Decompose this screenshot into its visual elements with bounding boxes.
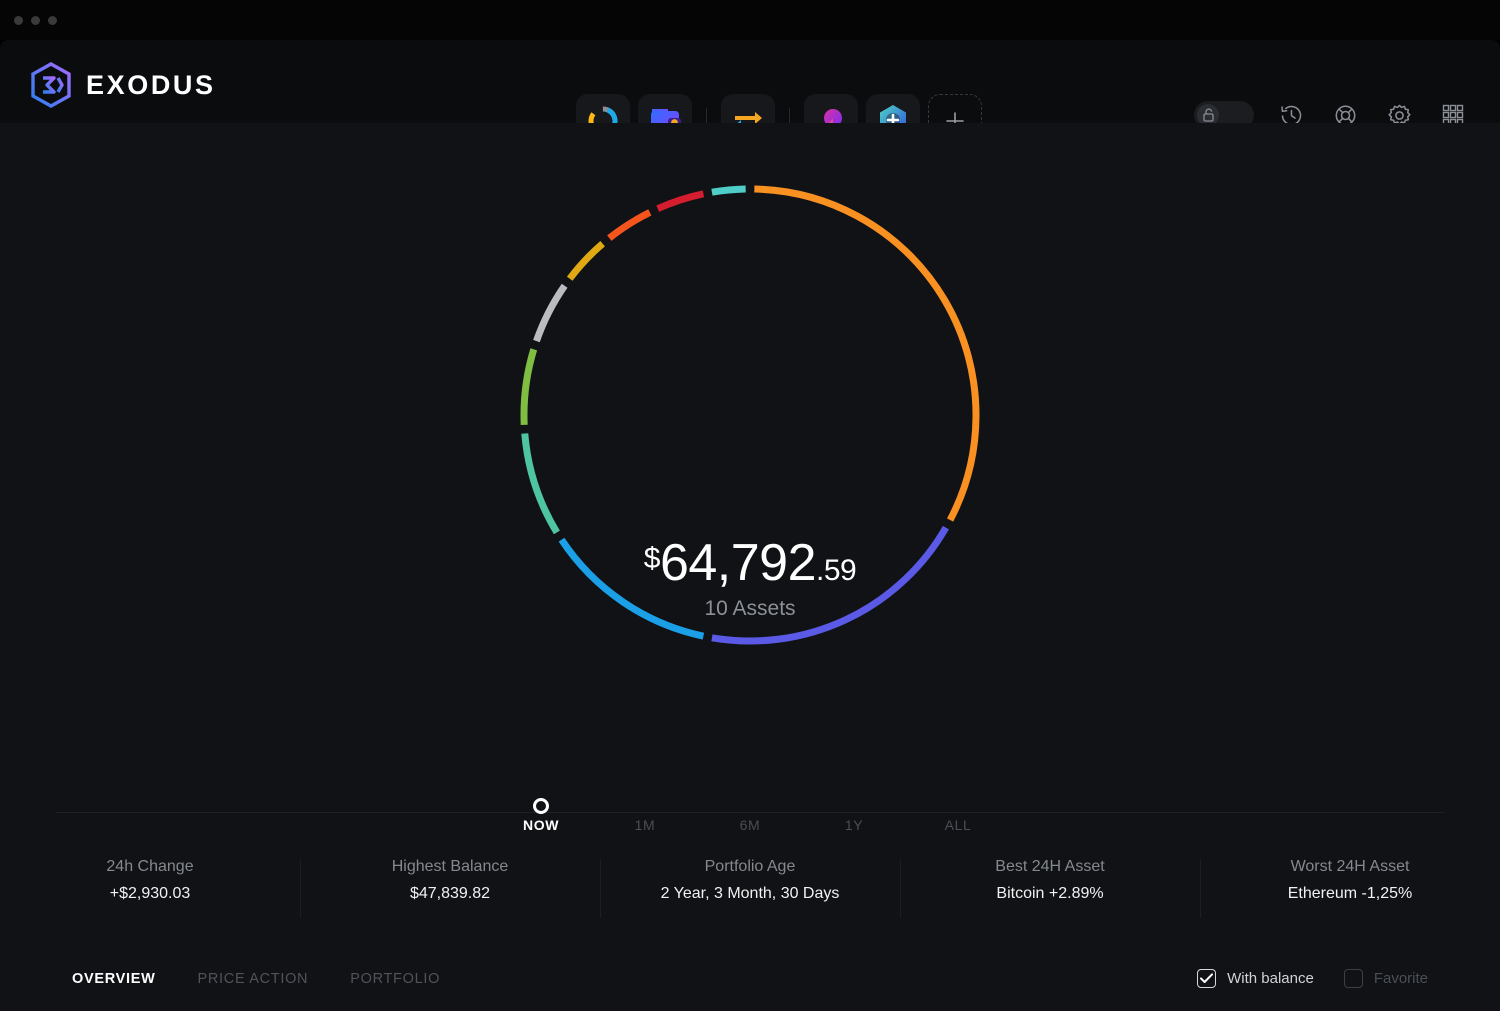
stat-value: Bitcoin +2.89% (900, 885, 1200, 903)
window-titlebar (0, 0, 1500, 40)
stat-label: Portfolio Age (600, 858, 900, 876)
checkmark-icon (1200, 973, 1213, 984)
exodus-hexagon-logo-icon (30, 62, 72, 108)
exodus-wallet-window: EXODUS (0, 0, 1500, 1011)
timeline-option-1y[interactable]: 1Y (845, 817, 863, 833)
stat-value: +$2,930.03 (0, 885, 300, 903)
main-panel: $64,792.59 10 Assets NOW 1M 6M 1Y ALL 24h Ch… (0, 123, 1500, 1011)
window-minimize-dot[interactable] (31, 16, 40, 25)
lock-toggle-icon (1202, 108, 1215, 122)
donut-segment-dash[interactable] (525, 434, 557, 533)
stat-portfolio-age: Portfolio Age 2 Year, 3 Month, 30 Days (600, 858, 900, 920)
content-tabs: OVERVIEW PRICE ACTION PORTFOLIO (72, 971, 440, 987)
table-filters: With balance Favorite (1197, 969, 1428, 988)
filter-favorite[interactable]: Favorite (1344, 969, 1428, 988)
tab-portfolio[interactable]: PORTFOLIO (350, 971, 440, 987)
timeline-now-marker[interactable] (533, 798, 549, 814)
stat-24h-change: 24h Change +$2,930.03 (0, 858, 300, 920)
window-close-dot[interactable] (14, 16, 23, 25)
portfolio-donut-chart: $64,792.59 10 Assets (0, 163, 1500, 683)
stat-label: 24h Change (0, 858, 300, 876)
stat-label: Worst 24H Asset (1200, 858, 1500, 876)
stat-value: $47,839.82 (300, 885, 600, 903)
portfolio-stats-row: 24h Change +$2,930.03Highest Balance $47,8… (0, 858, 1500, 920)
donut-segment-monero[interactable] (570, 244, 603, 279)
brand-name: EXODUS (86, 70, 216, 101)
balance-whole: 64,792 (660, 534, 816, 592)
donut-segment-stellar[interactable] (609, 212, 650, 238)
timeline-option-now[interactable]: NOW (523, 817, 559, 833)
timeline-track[interactable] (56, 812, 1444, 813)
donut-segment-bitcoin[interactable] (754, 189, 976, 520)
tab-overview[interactable]: OVERVIEW (72, 971, 156, 987)
brand-logo: EXODUS (30, 62, 216, 108)
stat-label: Best 24H Asset (900, 858, 1200, 876)
timeline-options: NOW 1M 6M 1Y ALL (0, 817, 1500, 843)
timeline-option-1m[interactable]: 1M (635, 817, 656, 833)
portfolio-balance: $64,792.59 (0, 533, 1500, 593)
tab-price-action[interactable]: PRICE ACTION (198, 971, 309, 987)
balance-cents: .59 (816, 554, 856, 587)
filter-label: Favorite (1374, 970, 1428, 987)
checkbox[interactable] (1344, 969, 1363, 988)
donut-segment-ripple[interactable] (536, 286, 564, 341)
timeline-option-6m[interactable]: 6M (740, 817, 761, 833)
currency-symbol: $ (644, 542, 660, 575)
filter-with-balance[interactable]: With balance (1197, 969, 1314, 988)
donut-segment-bitcoin-cash[interactable] (712, 189, 746, 192)
stat-highest-balance: Highest Balance $47,839.82 (300, 858, 600, 920)
stat-worst-24h-asset: Worst 24H Asset Ethereum -1,25% (1200, 858, 1500, 920)
stat-value: 2 Year, 3 Month, 30 Days (600, 885, 900, 903)
assets-count: 10 Assets (0, 597, 1500, 621)
stat-label: Highest Balance (300, 858, 600, 876)
timeline-option-all[interactable]: ALL (945, 817, 972, 833)
stat-value: Ethereum -1,25% (1200, 885, 1500, 903)
checkbox[interactable] (1197, 969, 1216, 988)
top-navigation-bar: EXODUS (0, 40, 1500, 123)
filter-label: With balance (1227, 970, 1314, 987)
donut-segment-zcash[interactable] (524, 349, 534, 425)
donut-segment-tether[interactable] (658, 194, 704, 209)
stat-best-24h-asset: Best 24H Asset Bitcoin +2.89% (900, 858, 1200, 920)
window-maximize-dot[interactable] (48, 16, 57, 25)
